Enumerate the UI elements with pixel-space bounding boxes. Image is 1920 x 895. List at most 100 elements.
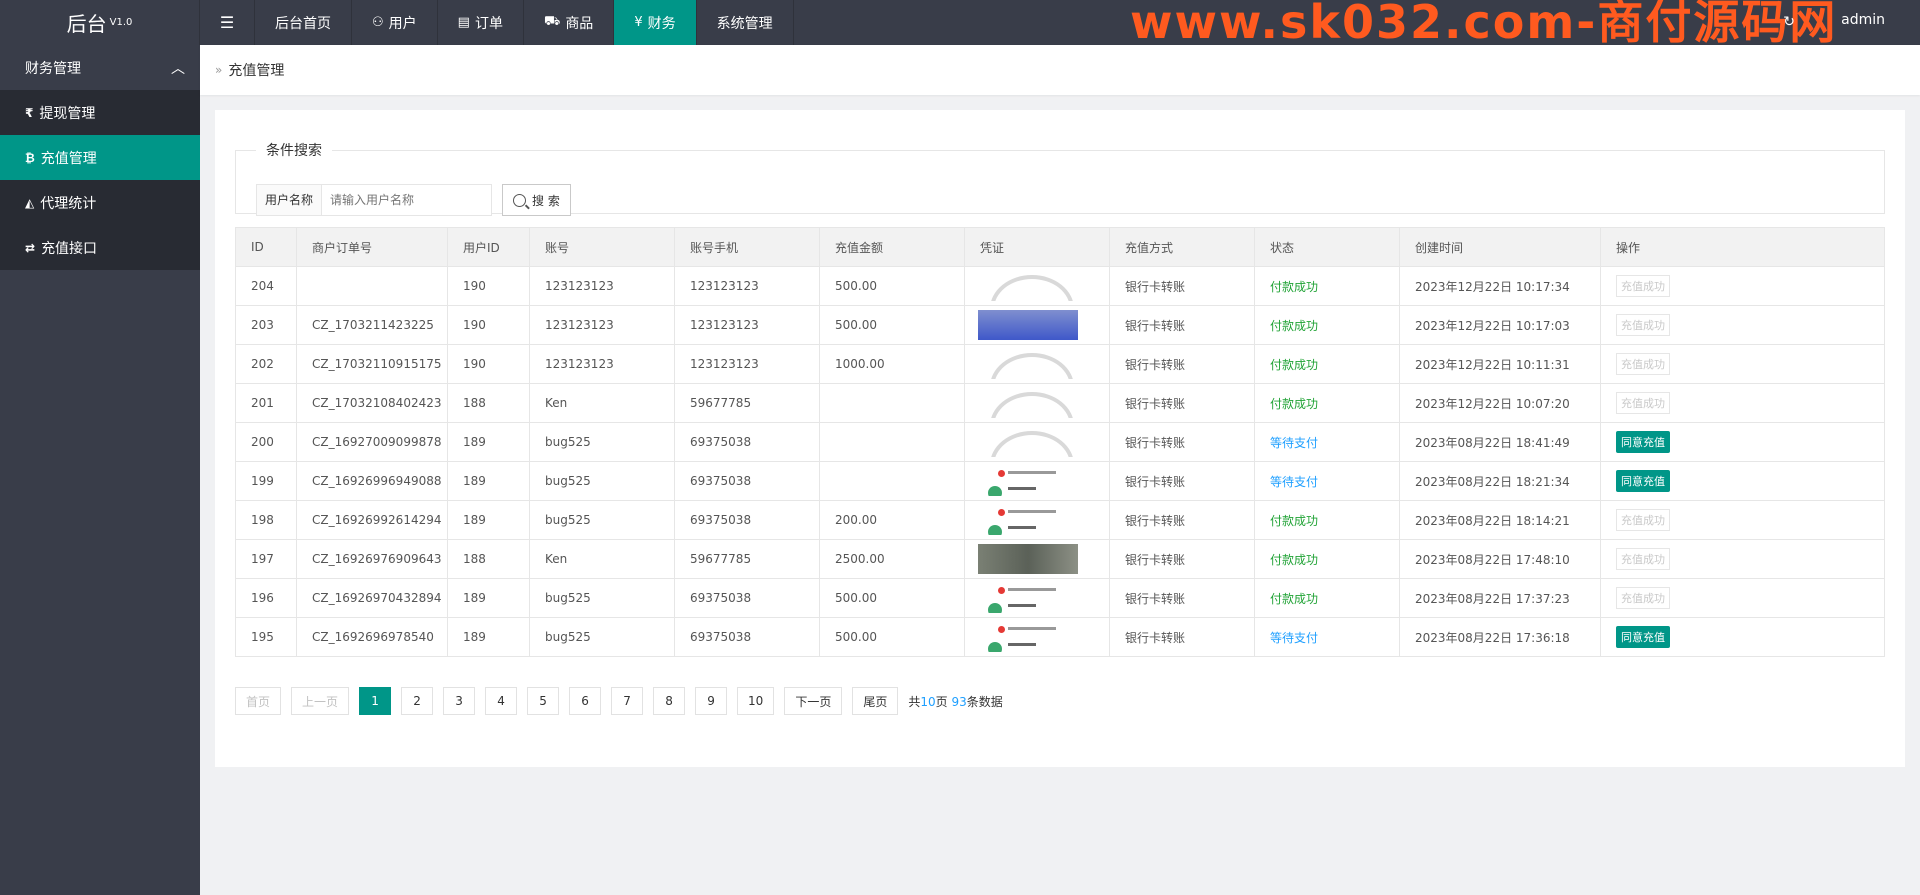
page-button-4[interactable]: 4 — [485, 687, 518, 715]
sidebar-item-agent-stats[interactable]: ◭ 代理统计 — [0, 180, 200, 225]
nav-products[interactable]: ⛟ 商品 — [524, 0, 615, 45]
cell-user-id: 189 — [447, 500, 530, 540]
nav-finance[interactable]: ¥ 财务 — [614, 0, 697, 45]
cell-voucher — [964, 266, 1110, 306]
status-badge: 付款成功 — [1254, 305, 1400, 345]
status-badge: 付款成功 — [1254, 344, 1400, 384]
cart-icon: ⛟ — [543, 14, 561, 29]
cell-voucher — [964, 383, 1110, 423]
page-button-9[interactable]: 9 — [695, 687, 728, 715]
page-button-8[interactable]: 8 — [653, 687, 686, 715]
cell-created: 2023年12月22日 10:07:20 — [1399, 383, 1601, 423]
col-created: 创建时间 — [1399, 227, 1601, 267]
page-button-10[interactable]: 10 — [737, 687, 775, 715]
sidebar: 财务管理 ︿ ₹ 提现管理 ₿ 充值管理 ◭ 代理统计 ⇄ 充值接口 — [0, 45, 200, 895]
page-button-3[interactable]: 3 — [443, 687, 476, 715]
total-pages: 10 — [920, 694, 936, 709]
cell-amount: 1000.00 — [819, 344, 965, 384]
pager-info-mid: 页 — [935, 694, 948, 709]
nav-home[interactable]: 后台首页 — [255, 0, 352, 45]
voucher-thumbnail[interactable] — [978, 622, 1078, 652]
user-icon: ⚇ — [372, 15, 384, 30]
approve-recharge-button[interactable]: 同意充值 — [1616, 431, 1670, 453]
cell-user-id: 189 — [447, 422, 530, 462]
username-input[interactable] — [322, 184, 493, 216]
page-button-7[interactable]: 7 — [611, 687, 644, 715]
col-amount: 充值金额 — [819, 227, 965, 267]
cell-user-id: 190 — [447, 305, 530, 345]
cell-created: 2023年08月22日 18:21:34 — [1399, 461, 1601, 501]
nav-orders[interactable]: ▤ 订单 — [438, 0, 524, 45]
voucher-thumbnail[interactable] — [978, 271, 1078, 301]
voucher-thumbnail[interactable] — [978, 466, 1078, 496]
voucher-thumbnail[interactable] — [978, 388, 1078, 418]
menu-toggle-icon[interactable]: ☰ — [200, 0, 255, 45]
next-page-button[interactable]: 下一页 — [784, 687, 843, 715]
approve-recharge-button[interactable]: 同意充值 — [1616, 626, 1670, 648]
cell-amount: 2500.00 — [819, 539, 965, 579]
cell-created: 2023年08月22日 17:36:18 — [1399, 617, 1601, 657]
search-fieldset: 条件搜索 用户名称 搜 索 — [235, 140, 1885, 216]
order-icon: ▤ — [457, 15, 470, 30]
logo[interactable]: 后台 V1.0 — [0, 0, 200, 45]
recharge-done-button: 充值成功 — [1616, 548, 1670, 570]
admin-user-menu[interactable]: admin — [1841, 12, 1885, 28]
cell-action: 充值成功 — [1600, 344, 1885, 384]
approve-recharge-button[interactable]: 同意充值 — [1616, 470, 1670, 492]
status-badge: 等待支付 — [1254, 461, 1400, 501]
voucher-thumbnail[interactable] — [978, 349, 1078, 379]
page-button-2[interactable]: 2 — [401, 687, 434, 715]
rupee-icon: ₹ — [25, 105, 34, 120]
nav-users[interactable]: ⚇ 用户 — [352, 0, 438, 45]
voucher-thumbnail[interactable] — [978, 310, 1078, 340]
cell-action: 充值成功 — [1600, 305, 1885, 345]
recharge-done-button: 充值成功 — [1616, 587, 1670, 609]
cell-voucher — [964, 500, 1110, 540]
page-numbers: 1 2 3 4 5 6 7 8 9 10 — [359, 687, 784, 715]
voucher-thumbnail[interactable] — [978, 505, 1078, 535]
recharge-done-button: 充值成功 — [1616, 314, 1670, 336]
refresh-icon[interactable]: ↻ — [1783, 14, 1795, 30]
cell-created: 2023年08月22日 17:48:10 — [1399, 539, 1601, 579]
cell-id: 197 — [235, 539, 297, 579]
cell-account: bug525 — [529, 500, 675, 540]
cell-method: 银行卡转账 — [1109, 305, 1255, 345]
cell-account: Ken — [529, 539, 675, 579]
page-button-5[interactable]: 5 — [527, 687, 560, 715]
cell-id: 201 — [235, 383, 297, 423]
nav-system[interactable]: 系统管理 — [697, 0, 794, 45]
first-page-button[interactable]: 首页 — [235, 687, 282, 715]
cell-amount — [819, 461, 965, 501]
cell-order-no: CZ_17032108402423 — [296, 383, 448, 423]
cell-account: bug525 — [529, 461, 675, 501]
col-order-no: 商户订单号 — [296, 227, 448, 267]
voucher-thumbnail[interactable] — [978, 544, 1078, 574]
cell-action: 充值成功 — [1600, 539, 1885, 579]
page-button-6[interactable]: 6 — [569, 687, 602, 715]
cell-voucher — [964, 461, 1110, 501]
cell-method: 银行卡转账 — [1109, 422, 1255, 462]
sidebar-item-recharge[interactable]: ₿ 充值管理 — [0, 135, 200, 180]
status-badge: 等待支付 — [1254, 617, 1400, 657]
cell-phone: 69375038 — [674, 578, 820, 618]
pager-info-prefix: 共 — [908, 694, 921, 709]
voucher-thumbnail[interactable] — [978, 583, 1078, 613]
prev-page-button[interactable]: 上一页 — [291, 687, 350, 715]
sidebar-item-withdraw[interactable]: ₹ 提现管理 — [0, 90, 200, 135]
cell-action: 充值成功 — [1600, 578, 1885, 618]
cell-phone: 59677785 — [674, 383, 820, 423]
sidebar-item-recharge-api[interactable]: ⇄ 充值接口 — [0, 225, 200, 270]
col-voucher: 凭证 — [964, 227, 1110, 267]
page-button-1[interactable]: 1 — [359, 687, 392, 715]
breadcrumb-current: 充值管理 — [228, 63, 285, 79]
status-badge: 等待支付 — [1254, 422, 1400, 462]
search-button[interactable]: 搜 索 — [502, 184, 571, 216]
cell-method: 银行卡转账 — [1109, 266, 1255, 306]
cell-action: 同意充值 — [1600, 617, 1885, 657]
last-page-button[interactable]: 尾页 — [852, 687, 899, 715]
sidebar-group-finance[interactable]: 财务管理 ︿ — [0, 45, 200, 90]
breadcrumb: » 充值管理 — [200, 45, 1920, 95]
voucher-thumbnail[interactable] — [978, 427, 1078, 457]
cell-amount: 500.00 — [819, 617, 965, 657]
col-account: 账号 — [529, 227, 675, 267]
